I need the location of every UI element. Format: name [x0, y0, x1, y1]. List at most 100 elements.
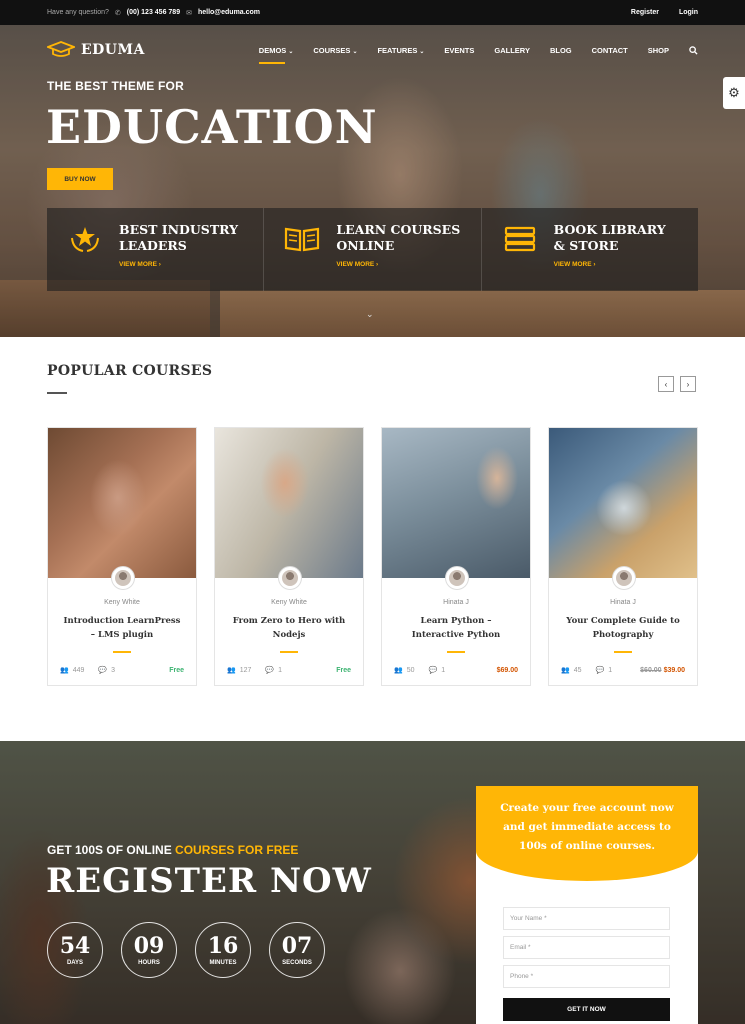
course-divider: [113, 651, 131, 653]
course-teacher[interactable]: Hinata J: [382, 599, 530, 606]
hero-section: EDUMA DEMOS ⌄ COURSES ⌄ FEATURES ⌄ EVENTS G…: [0, 25, 745, 337]
students-icon: 👥: [561, 667, 570, 674]
top-bar: Have any question? ✆ (00) 123 456 789 ✉ …: [0, 0, 745, 25]
course-card[interactable]: Hinata J Your Complete Guide to Photogra…: [548, 427, 698, 686]
title-underline: [47, 392, 67, 394]
course-divider: [614, 651, 632, 653]
book-stack-icon: [500, 222, 540, 256]
course-divider: [447, 651, 465, 653]
menu: DEMOS ⌄ COURSES ⌄ FEATURES ⌄ EVENTS GALLERY…: [258, 45, 698, 64]
feature-box-leaders[interactable]: BEST INDUSTRY LEADERS VIEW MORE ›: [47, 208, 264, 291]
nav-item-events[interactable]: EVENTS: [444, 46, 474, 55]
feature-title: LEARN COURSES: [336, 222, 461, 237]
students-icon: 👥: [227, 667, 236, 674]
comments-icon: 💬: [98, 667, 108, 674]
open-book-icon: [282, 222, 322, 256]
course-title[interactable]: Your Complete Guide to Photography: [549, 614, 697, 642]
students-count: 449: [72, 666, 85, 674]
course-price: Free: [336, 666, 351, 674]
course-divider: [280, 651, 298, 653]
students-count: 127: [239, 666, 252, 674]
nav-item-features[interactable]: FEATURES ⌄: [377, 46, 424, 55]
phone-field[interactable]: Phone *: [503, 965, 670, 988]
nav-item-blog[interactable]: BLOG: [550, 46, 572, 55]
question-text: Have any question?: [47, 9, 109, 16]
comments-count: 1: [608, 666, 613, 674]
course-card[interactable]: Hinata J Learn Python – Interactive Pyth…: [381, 427, 531, 686]
countdown-minutes: 16 MINUTES: [195, 922, 251, 978]
phone-icon: ✆: [114, 9, 121, 17]
register-subtitle: GET 100S OF ONLINE COURSES FOR FREE: [47, 843, 299, 857]
course-price: $39.00: [663, 666, 685, 674]
section-title: POPULAR COURSES: [47, 363, 213, 379]
nav-item-shop[interactable]: SHOP: [648, 46, 669, 55]
countdown-hours: 09 HOURS: [121, 922, 177, 978]
course-title[interactable]: From Zero to Hero with Nodejs: [215, 614, 363, 642]
course-thumbnail[interactable]: [48, 428, 196, 578]
logo[interactable]: EDUMA: [47, 41, 145, 59]
hero-subtitle: THE BEST THEME FOR: [47, 79, 184, 93]
feature-title-line2: ONLINE: [336, 238, 395, 253]
view-more-link[interactable]: VIEW MORE ›: [554, 261, 684, 268]
avatar: [112, 567, 134, 589]
nav-item-contact[interactable]: CONTACT: [592, 46, 628, 55]
course-meta: 👥 449 💬 3 Free: [60, 666, 184, 675]
students-icon: 👥: [394, 667, 403, 674]
register-title: REGISTER NOW: [46, 861, 372, 901]
nav-item-demos[interactable]: DEMOS ⌄: [258, 46, 294, 64]
mail-icon: ✉: [186, 9, 192, 17]
search-icon[interactable]: [689, 45, 698, 55]
course-teacher[interactable]: Keny White: [48, 599, 196, 606]
chevron-down-icon: ⌄: [288, 48, 294, 55]
avatar: [446, 567, 468, 589]
name-field[interactable]: Your Name *: [503, 907, 670, 930]
course-thumbnail[interactable]: [215, 428, 363, 578]
avatar: [279, 567, 301, 589]
comments-count: 1: [441, 666, 446, 674]
buy-now-button[interactable]: BUY NOW: [47, 168, 113, 190]
view-more-link[interactable]: VIEW MORE ›: [336, 261, 466, 268]
course-thumbnail[interactable]: [382, 428, 530, 578]
countdown-days: 54 DAYS: [47, 922, 103, 978]
hero-title: EDUCATION: [46, 100, 378, 154]
feature-box-courses[interactable]: LEARN COURSES ONLINE VIEW MORE ›: [263, 208, 481, 291]
chevron-down-icon: ⌄: [352, 48, 358, 55]
comments-icon: 💬: [265, 667, 275, 674]
course-thumbnail[interactable]: [549, 428, 697, 578]
avatar: [613, 567, 635, 589]
feature-boxes: BEST INDUSTRY LEADERS VIEW MORE › LEARN C…: [47, 208, 698, 291]
email-field[interactable]: Email *: [503, 936, 670, 959]
chevron-down-icon: ⌄: [419, 48, 425, 55]
students-count: 45: [573, 666, 582, 674]
login-link[interactable]: Login: [679, 9, 698, 16]
nav-item-gallery[interactable]: GALLERY: [494, 46, 530, 55]
feature-box-library[interactable]: BOOK LIBRARY & STORE VIEW MORE ›: [480, 208, 698, 291]
course-price: Free: [169, 666, 184, 674]
course-card[interactable]: Keny White Introduction LearnPress – LMS…: [47, 427, 197, 686]
countdown: 54 DAYS 09 HOURS 16 MINUTES 07 SECONDS: [47, 922, 325, 978]
course-meta: 👥 127 💬 1 Free: [227, 666, 351, 675]
course-card[interactable]: Keny White From Zero to Hero with Nodejs…: [214, 427, 364, 686]
course-teacher[interactable]: Hinata J: [549, 599, 697, 606]
feature-title-line2: LEADERS: [119, 238, 187, 253]
next-arrow-button[interactable]: ›: [680, 376, 696, 392]
feature-title: BEST INDUSTRY: [119, 222, 239, 237]
scroll-down-chevron-icon[interactable]: ⌄: [366, 309, 374, 320]
graduation-cap-icon: [47, 41, 75, 57]
students-icon: 👥: [60, 667, 69, 674]
email-link[interactable]: hello@eduma.com: [198, 9, 260, 16]
course-title[interactable]: Learn Python – Interactive Python: [382, 614, 530, 642]
course-title[interactable]: Introduction LearnPress – LMS plugin: [48, 614, 196, 642]
register-subtitle-highlight: COURSES FOR FREE: [175, 843, 299, 857]
view-more-link[interactable]: VIEW MORE ›: [119, 261, 249, 268]
comments-count: 3: [111, 666, 116, 674]
settings-gear-icon[interactable]: ⚙: [723, 77, 745, 109]
comments-icon: 💬: [595, 667, 605, 674]
course-teacher[interactable]: Keny White: [215, 599, 363, 606]
phone-number[interactable]: (00) 123 456 789: [127, 9, 180, 16]
comments-icon: 💬: [428, 667, 438, 674]
register-link[interactable]: Register: [631, 9, 659, 16]
get-it-now-button[interactable]: GET IT NOW: [503, 998, 670, 1021]
nav-item-courses[interactable]: COURSES ⌄: [313, 46, 357, 55]
prev-arrow-button[interactable]: ‹: [658, 376, 674, 392]
